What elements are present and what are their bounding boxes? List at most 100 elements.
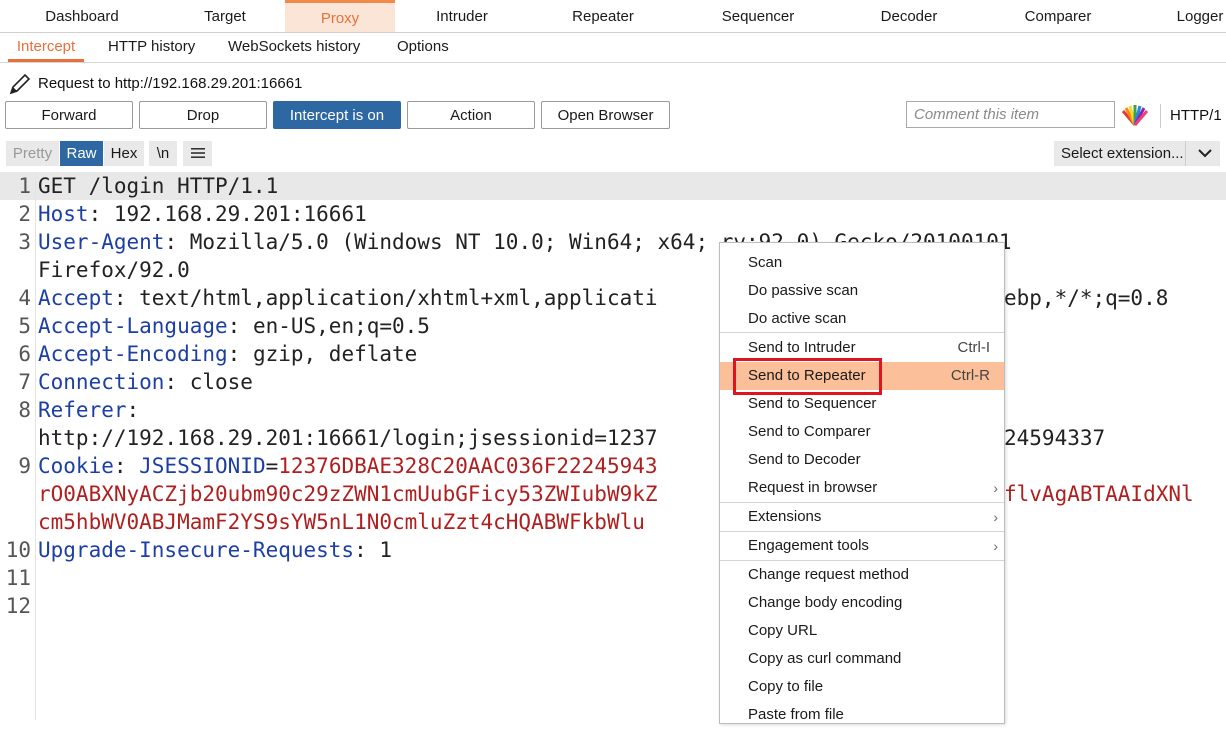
request-target-label: Request to http://192.168.29.201:16661 — [38, 75, 303, 92]
menu-item-send-decoder[interactable]: Send to Decoder — [720, 446, 1004, 474]
menu-item-active-scan[interactable]: Do active scan — [720, 305, 1004, 333]
forward-button[interactable]: Forward — [5, 101, 133, 129]
line-number: 9 — [18, 454, 31, 478]
tab-proxy[interactable]: Proxy — [285, 0, 395, 32]
select-extension-label: Select extension... — [1061, 145, 1184, 162]
menu-item-label: Copy URL — [748, 622, 818, 639]
header-name: Accept-Language — [38, 314, 228, 338]
menu-item-label: Paste from file — [748, 706, 844, 723]
header-name: Referer — [38, 398, 127, 422]
menu-item-passive-scan[interactable]: Do passive scan — [720, 277, 1004, 305]
drop-button[interactable]: Drop — [139, 101, 267, 129]
header-name: Host — [38, 202, 89, 226]
open-browser-button[interactable]: Open Browser — [541, 101, 670, 129]
tab-dashboard[interactable]: Dashboard — [20, 0, 144, 32]
header-name: Accept-Encoding — [38, 342, 228, 366]
dropdown-divider — [1185, 141, 1186, 166]
header-accept-language: Accept-Language: en-US,en;q=0.5 — [38, 312, 430, 340]
tab-repeater[interactable]: Repeater — [548, 0, 658, 32]
raw-view-button[interactable]: Raw — [60, 141, 103, 166]
header-name: Connection — [38, 370, 165, 394]
header-value: : 1 — [354, 538, 393, 562]
menu-item-label: Send to Comparer — [748, 423, 871, 440]
header-value: : text/html,application/xhtml+xml,applic… — [113, 286, 658, 310]
subtab-intercept[interactable]: Intercept — [8, 33, 84, 62]
menu-item-copy-curl[interactable]: Copy as curl command — [720, 645, 1004, 673]
header-value: : en-US,en;q=0.5 — [227, 314, 430, 338]
tab-logger[interactable]: Logger — [1160, 0, 1226, 32]
menu-shortcut: Ctrl-I — [957, 339, 991, 356]
header-upgrade-insecure: Upgrade-Insecure-Requests: 1 — [38, 536, 392, 564]
header-value: ebp,*/*;q=0.8 — [1004, 286, 1169, 310]
menu-item-change-body-encoding[interactable]: Change body encoding — [720, 589, 1004, 617]
line-number: 8 — [18, 398, 31, 422]
toolbar-divider — [1160, 104, 1161, 128]
chevron-right-icon: › — [993, 509, 998, 525]
menu-item-request-in-browser[interactable]: Request in browser › — [720, 474, 1004, 502]
line-number: 11 — [5, 566, 31, 590]
cookie-value: 12376DBAE328C20AAC036F22245943 — [278, 454, 658, 478]
header-cookie-cont: rO0ABXNyACZjb20ubm90c29zZWN1cmUubGFicy53… — [38, 480, 658, 508]
menu-item-label: Copy as curl command — [748, 650, 902, 667]
subtab-options[interactable]: Options — [397, 33, 449, 61]
line-number: 3 — [18, 230, 31, 254]
header-value: : 192.168.29.201:16661 — [88, 202, 367, 226]
line-number: 10 — [5, 538, 31, 562]
menu-item-scan[interactable]: Scan — [720, 249, 1004, 277]
menu-item-paste-from-file[interactable]: Paste from file — [720, 701, 1004, 729]
cookie-name: JSESSIONID — [139, 454, 266, 478]
menu-item-label: Send to Decoder — [748, 451, 861, 468]
request-editor[interactable]: 1 2 3 4 5 6 7 8 9 10 11 12 GET /login HT… — [0, 172, 1226, 720]
header-value: http://192.168.29.201:16661/login;jsessi… — [38, 426, 658, 450]
subtab-http-history[interactable]: HTTP history — [108, 33, 195, 61]
menu-item-label: Change body encoding — [748, 594, 903, 611]
line-number: 6 — [18, 342, 31, 366]
pencil-icon — [9, 73, 31, 95]
select-extension-dropdown[interactable]: Select extension... — [1054, 141, 1220, 166]
header-cookie: Cookie: JSESSIONID=12376DBAE328C20AAC036… — [38, 452, 658, 480]
annotation-highlight-box — [733, 358, 882, 395]
header-value: : close — [164, 370, 253, 394]
chevron-right-icon: › — [993, 538, 998, 554]
menu-item-label: Scan — [748, 254, 783, 271]
menu-item-label: Request in browser — [748, 479, 878, 496]
menu-item-send-comparer[interactable]: Send to Comparer — [720, 418, 1004, 446]
highlight-color-icon[interactable] — [1121, 103, 1149, 127]
line-number: 7 — [18, 370, 31, 394]
menu-item-label: Do passive scan — [748, 282, 859, 299]
header-value: : — [126, 398, 140, 422]
action-button[interactable]: Action — [407, 101, 535, 129]
tab-comparer[interactable]: Comparer — [1003, 0, 1113, 32]
hamburger-icon — [190, 148, 205, 158]
subtab-websockets-history[interactable]: WebSockets history — [228, 33, 360, 61]
intercept-toggle-button[interactable]: Intercept is on — [273, 101, 401, 129]
header-value: 24594337 — [1004, 426, 1106, 450]
menu-item-engagement-tools[interactable]: Engagement tools › — [720, 532, 1004, 560]
header-host: Host: 192.168.29.201:16661 — [38, 200, 367, 228]
context-menu: Scan Do passive scan Do active scan Send… — [719, 242, 1005, 724]
pretty-view-button[interactable]: Pretty — [6, 141, 59, 166]
menu-item-extensions[interactable]: Extensions › — [720, 503, 1004, 531]
tab-target[interactable]: Target — [160, 0, 290, 32]
comment-input[interactable]: Comment this item — [906, 101, 1115, 128]
menu-item-change-request-method[interactable]: Change request method — [720, 561, 1004, 589]
line-number: 1 — [18, 174, 31, 198]
chevron-right-icon: › — [993, 480, 998, 496]
menu-item-label: Do active scan — [748, 310, 847, 327]
cookie-value: flvAgABTAAIdXNl — [1004, 482, 1194, 506]
hex-view-button[interactable]: Hex — [104, 141, 144, 166]
tab-decoder[interactable]: Decoder — [854, 0, 964, 32]
gutter-divider — [35, 172, 36, 720]
line-number: 5 — [18, 314, 31, 338]
show-newlines-button[interactable]: \n — [149, 141, 177, 166]
tab-sequencer[interactable]: Sequencer — [703, 0, 813, 32]
tab-intruder[interactable]: Intruder — [407, 0, 517, 32]
editor-menu-button[interactable] — [183, 141, 212, 166]
menu-separator — [720, 332, 1004, 333]
menu-item-copy-url[interactable]: Copy URL — [720, 617, 1004, 645]
header-cookie-tail: flvAgABTAAIdXNl — [1004, 480, 1194, 508]
proxy-sub-tab-bar: Intercept HTTP history WebSockets histor… — [0, 33, 1226, 63]
header-separator: : — [113, 454, 140, 478]
menu-item-copy-to-file[interactable]: Copy to file — [720, 673, 1004, 701]
request-line-text: GET /login HTTP/1.1 — [38, 174, 279, 198]
